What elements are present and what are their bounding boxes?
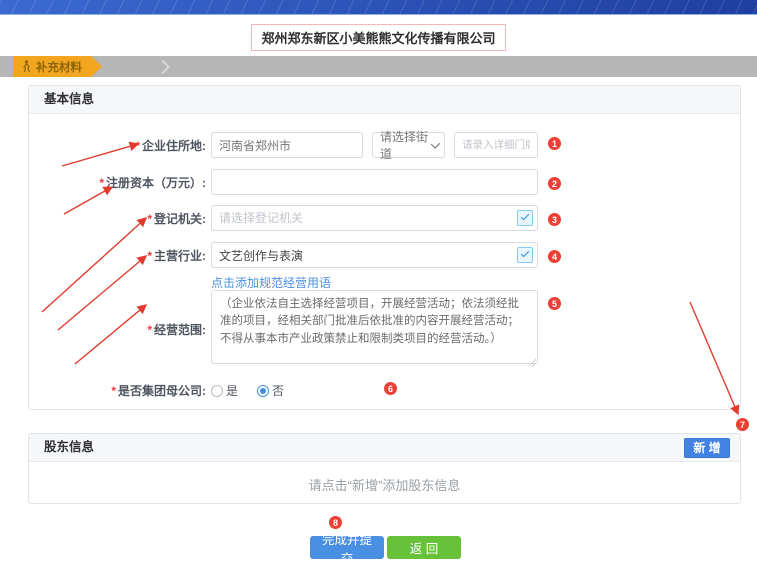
annotation-badge-3: 3 [548,213,561,226]
detail-address-input[interactable] [454,132,538,158]
street-select[interactable]: 请选择街道 [372,132,445,158]
page: 郑州郑东新区小美熊熊文化传播有限公司 补充材料 基本信息 *企业住所地: [0,0,757,565]
form-row-capital: *注册资本（万元）: [29,169,740,195]
annotation-badge-8: 8 [329,516,342,529]
resize-handle[interactable] [528,359,536,367]
radio-option-yes[interactable]: 是 [211,382,238,399]
required-mark: * [99,176,104,190]
back-button[interactable]: 返 回 [387,536,461,559]
shareholder-panel: 股东信息 新 增 请点击“新增”添加股东信息 [28,433,741,504]
tab-supplement-material[interactable]: 补充材料 [13,56,102,77]
address-label: *企业住所地: [29,137,206,154]
form-row-scope: *经营范围: （企业依法自主选择经营项目，开展经营活动；依法须经批准的项目，经相… [29,291,740,367]
add-scope-terms-link[interactable]: 点击添加规范经营用语 [211,274,331,291]
form-row-address: *企业住所地: 请选择街道 [29,132,740,158]
title-row: 郑州郑东新区小美熊熊文化传播有限公司 [0,24,757,51]
picker-check-icon[interactable] [517,247,533,263]
chevron-down-icon [431,139,440,148]
required-mark: * [135,139,140,153]
annotation-badge-5: 5 [548,297,561,310]
required-mark: * [111,384,116,398]
authority-input[interactable] [211,205,538,231]
form-row-authority: *登记机关: [29,205,740,231]
radio-circle-yes[interactable] [211,385,223,397]
industry-input[interactable] [211,242,538,268]
company-name: 郑州郑东新区小美熊熊文化传播有限公司 [251,24,505,51]
capital-input[interactable] [211,169,538,195]
shareholder-title: 股东信息 [44,434,94,461]
submit-button[interactable]: 完成并提交 [310,536,384,559]
add-shareholder-button[interactable]: 新 增 [684,438,730,458]
street-select-value: 请选择街道 [380,128,431,162]
annotation-badge-6: 6 [384,382,397,395]
annotation-badge-4: 4 [548,250,561,263]
required-mark: * [147,323,152,337]
group-parent-label: *是否集团母公司: [29,382,206,399]
top-banner [0,0,757,15]
annotation-badge-2: 2 [548,177,561,190]
picker-check-icon[interactable] [517,210,533,226]
basic-info-title: 基本信息 [44,86,94,113]
authority-label: *登记机关: [29,210,206,227]
industry-label: *主营行业: [29,247,206,264]
scope-label: *经营范围: [29,321,206,338]
required-mark: * [147,212,152,226]
radio-circle-no[interactable] [257,385,269,397]
radio-yes-label: 是 [226,382,238,399]
shareholder-header: 股东信息 新 增 [29,434,740,462]
breadcrumb-bar: 补充材料 [0,56,757,77]
required-mark: * [147,249,152,263]
shareholder-empty-text: 请点击“新增”添加股东信息 [29,475,740,494]
chevron-right-icon [156,60,170,74]
annotation-badge-1: 1 [548,137,561,150]
form-row-industry: *主营行业: [29,242,740,268]
person-icon [22,60,31,73]
annotation-badge-7: 7 [736,418,749,431]
scope-textarea[interactable]: （企业依法自主选择经营项目，开展经营活动；依法须经批准的项目，经相关部门批准后依… [211,290,538,364]
radio-option-no[interactable]: 否 [257,382,284,399]
city-input[interactable] [211,132,363,158]
radio-no-label: 否 [272,382,284,399]
basic-info-header: 基本信息 [29,86,740,114]
tab-label: 补充材料 [36,59,82,75]
basic-info-panel: 基本信息 *企业住所地: 请选择街道 *注册资本（万元）: [28,85,741,410]
capital-label: *注册资本（万元）: [29,174,206,191]
